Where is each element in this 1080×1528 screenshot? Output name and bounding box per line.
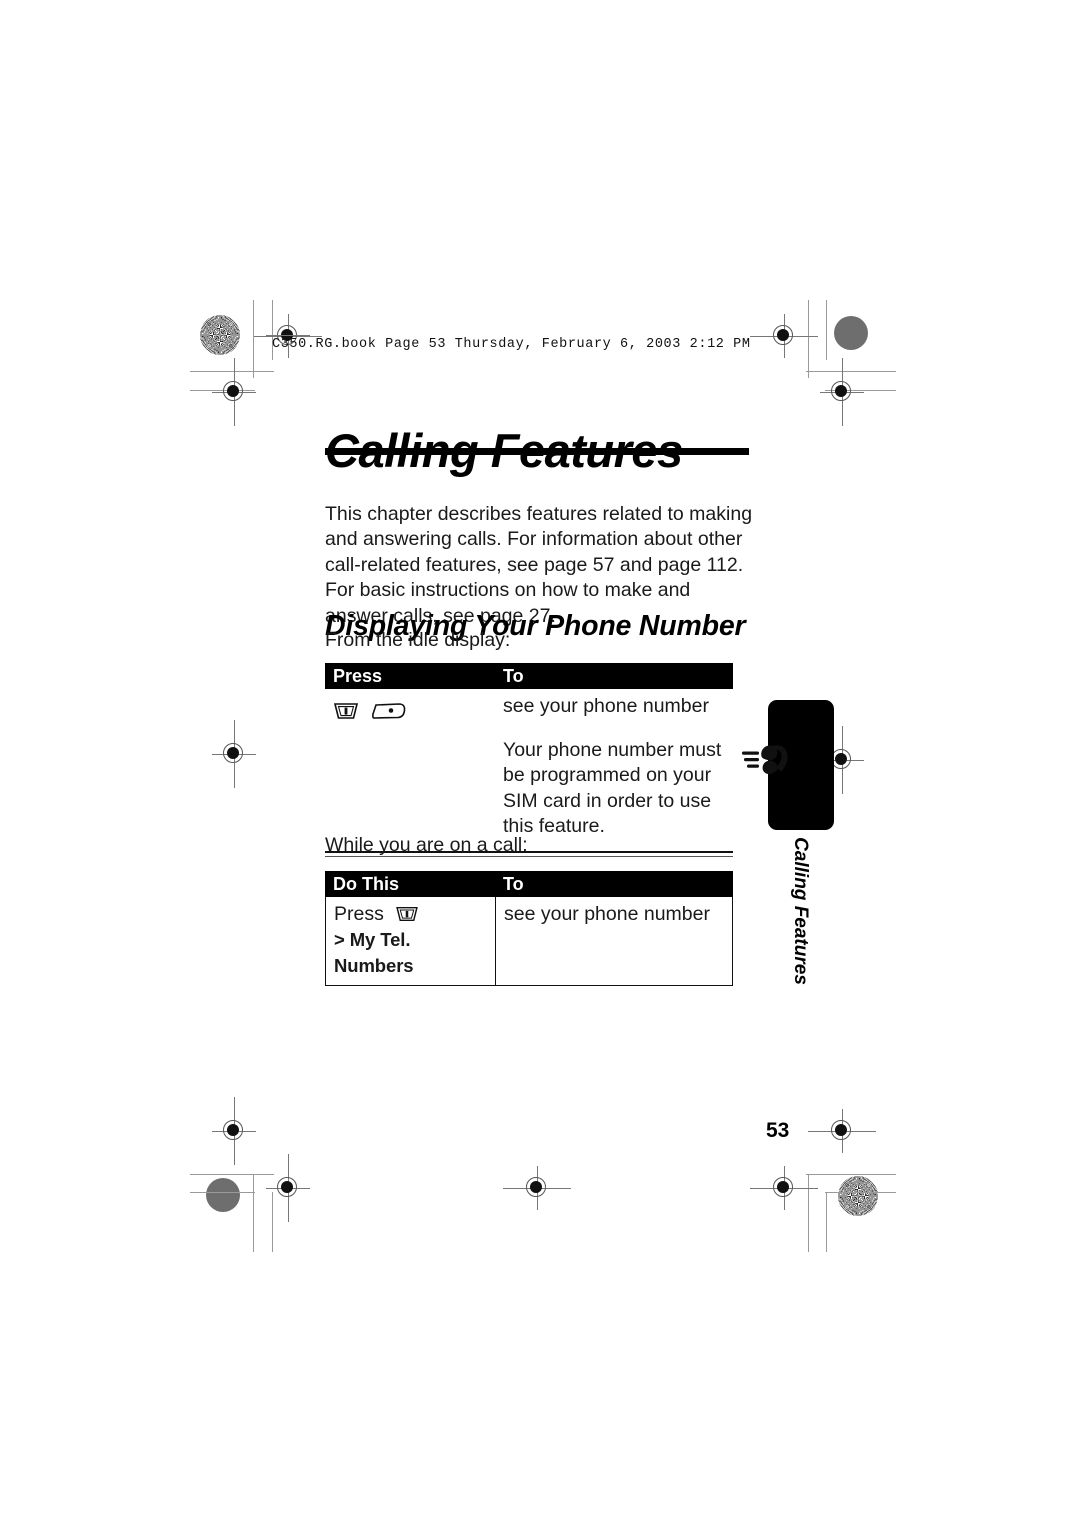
table-two-body: Press > My Tel. Numbers see your phone n… xyxy=(325,897,733,987)
gray-dot-mark-top-right xyxy=(834,316,868,350)
side-tab-label: Calling Features xyxy=(790,837,811,985)
running-header-rule xyxy=(266,335,310,336)
table-one-lead-in: From the idle display: xyxy=(325,629,511,651)
table-two-do-prefix: Press xyxy=(334,903,384,925)
registration-mark xyxy=(808,1109,876,1153)
table-one-header-press: Press xyxy=(333,665,383,686)
crop-line xyxy=(826,1192,827,1252)
crop-line xyxy=(190,1174,274,1175)
registration-mark xyxy=(212,720,256,788)
chapter-title-rule xyxy=(325,448,749,455)
rosette-mark-bottom-right xyxy=(838,1176,878,1216)
page-number: 53 xyxy=(766,1119,790,1142)
table-row: see your phone number xyxy=(325,689,733,728)
table-one-body: see your phone number Your phone number … xyxy=(325,689,733,847)
crop-line xyxy=(825,1192,896,1193)
table-two-lead-in: While you are on a call: xyxy=(325,834,528,856)
table-one-note-spacer xyxy=(325,728,495,847)
registration-mark xyxy=(266,1154,310,1222)
running-header-text: C350.RG.book Page 53 Thursday, February … xyxy=(272,337,751,352)
crop-line xyxy=(808,1174,809,1252)
gray-dot-mark-bottom-left xyxy=(206,1178,240,1212)
table-two-header-to: To xyxy=(503,873,524,894)
table-one-header-to: To xyxy=(503,665,524,686)
crop-line xyxy=(253,300,254,378)
table-one-keys-cell xyxy=(325,689,495,728)
table-one-note-text: Your phone number must be programmed on … xyxy=(503,739,722,838)
table-two-action-text: see your phone number xyxy=(504,903,710,925)
registration-mark xyxy=(212,1097,256,1165)
crop-line xyxy=(253,1174,254,1252)
rosette-mark-top-left xyxy=(200,315,240,355)
crop-line xyxy=(190,1192,255,1193)
registration-mark xyxy=(820,358,864,426)
table-one-header-row: Press To xyxy=(325,663,733,689)
crop-line xyxy=(806,1174,896,1175)
pound-key-icon xyxy=(371,701,407,721)
table-two-do-path: > My Tel. Numbers xyxy=(334,929,414,976)
table-row-note: Your phone number must be programmed on … xyxy=(325,728,733,847)
page-sheet: C350.RG.book Page 53 Thursday, February … xyxy=(0,0,1080,1528)
ringing-phone-icon xyxy=(742,734,802,786)
table-two-do-line: Press xyxy=(334,902,487,927)
crop-line xyxy=(826,300,827,360)
menu-key-icon xyxy=(333,701,359,721)
table-two-do-cell: Press > My Tel. Numbers xyxy=(326,897,496,986)
table-one: Press To see your phone number Your phon… xyxy=(325,663,733,857)
table-one-action-text: see your phone number xyxy=(503,695,709,717)
crop-line xyxy=(808,300,809,378)
table-two-header-row: Do This To xyxy=(325,871,733,897)
table-two: Do This To Press > My Tel. Numbers see y… xyxy=(325,871,733,987)
registration-mark xyxy=(750,314,818,358)
table-two-header-do-this: Do This xyxy=(333,873,399,894)
registration-mark xyxy=(503,1166,571,1210)
menu-key-icon xyxy=(395,905,419,923)
registration-mark xyxy=(212,358,256,426)
registration-mark xyxy=(750,1166,818,1210)
